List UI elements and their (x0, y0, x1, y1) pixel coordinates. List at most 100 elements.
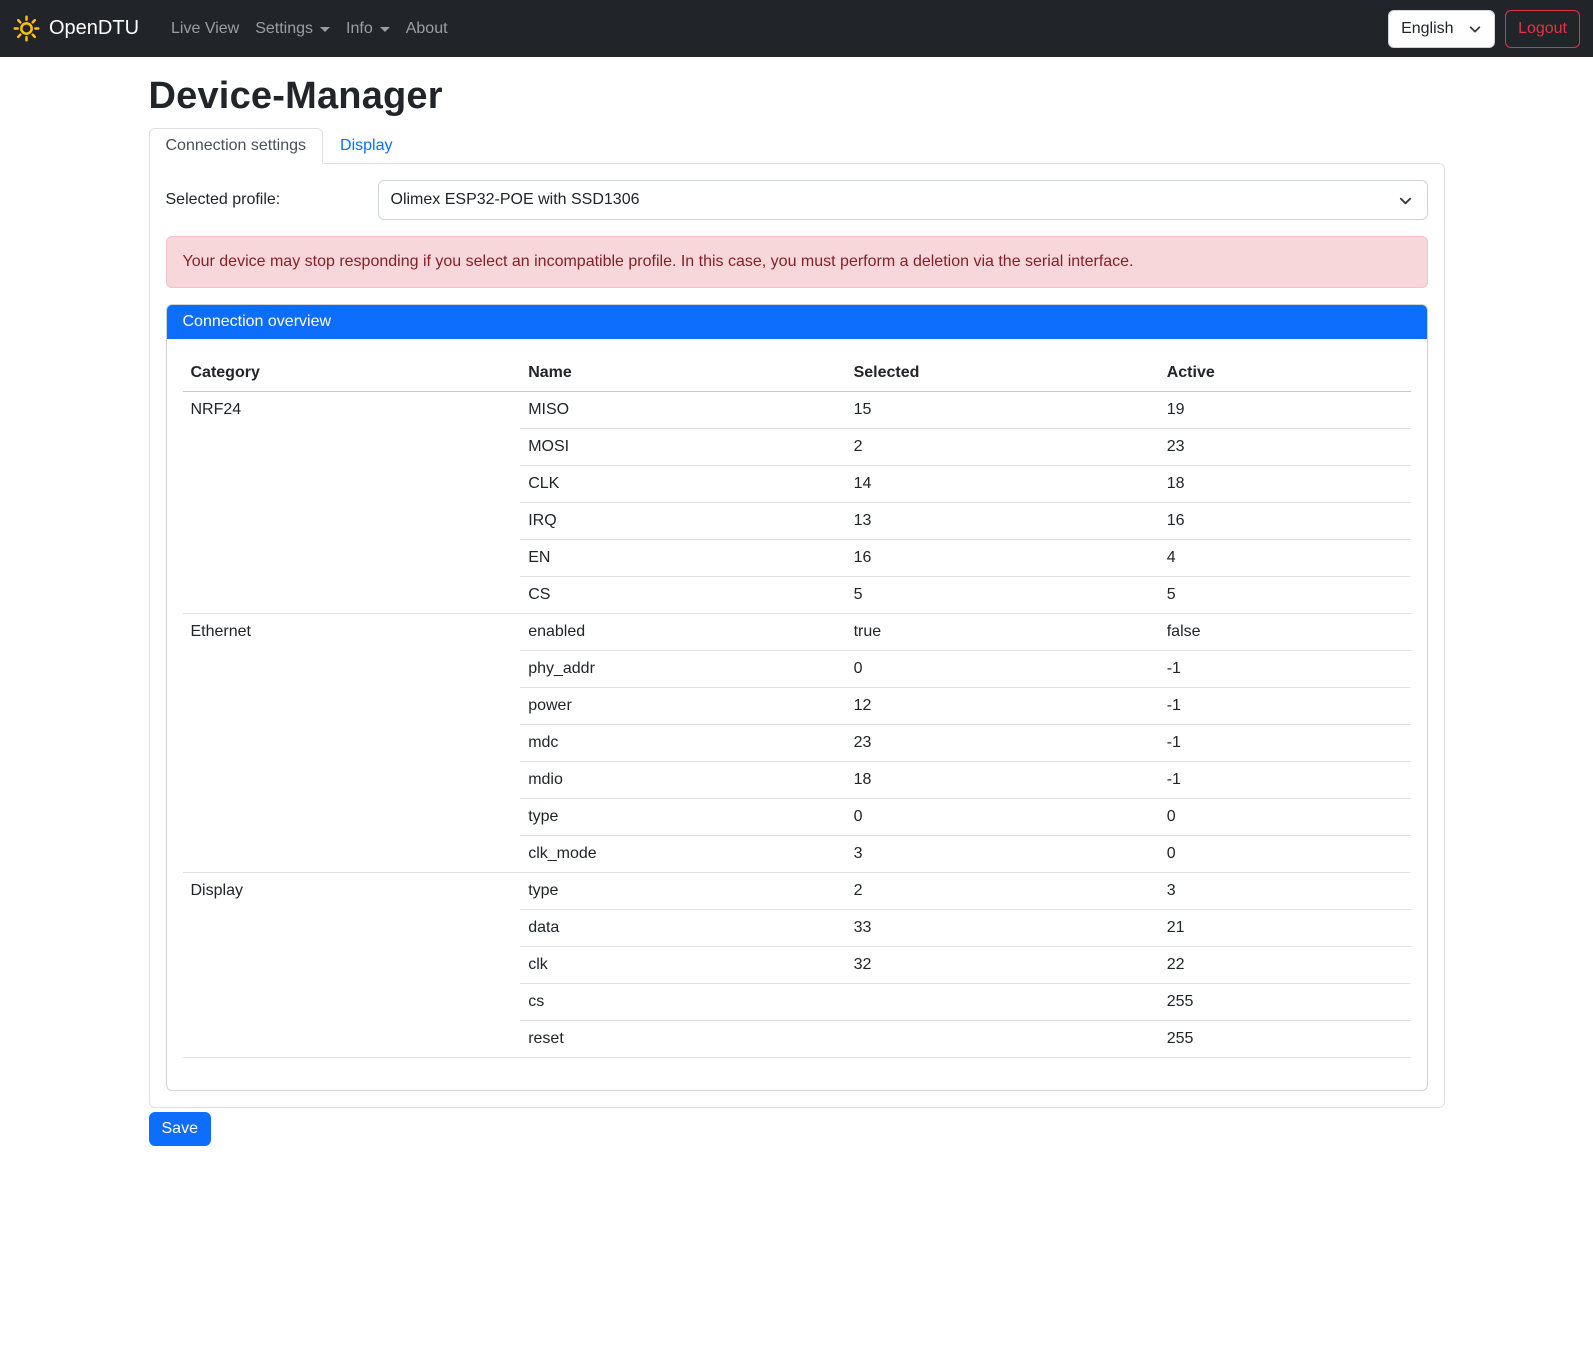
cell-selected: 15 (846, 392, 1159, 429)
language-select-value: English (1401, 20, 1453, 38)
cell-selected (846, 984, 1159, 1021)
cell-name: data (520, 910, 845, 947)
tab-connection-settings[interactable]: Connection settings (149, 128, 324, 164)
cell-selected: 2 (846, 873, 1159, 910)
brand-link[interactable]: OpenDTU (13, 15, 139, 42)
cell-active: 22 (1159, 947, 1411, 984)
cell-active: 5 (1159, 577, 1411, 614)
page-title: Device-Manager (149, 75, 1445, 118)
chevron-down-icon (1398, 193, 1413, 208)
cell-selected: 13 (846, 503, 1159, 540)
cell-name: power (520, 688, 845, 725)
cell-selected: 14 (846, 466, 1159, 503)
profile-row: Selected profile: Olimex ESP32-POE with … (166, 180, 1428, 220)
cell-selected: 2 (846, 429, 1159, 466)
column-header-category: Category (183, 355, 521, 392)
cell-name: phy_addr (520, 651, 845, 688)
cell-name: mdc (520, 725, 845, 762)
cell-selected: 5 (846, 577, 1159, 614)
cell-selected: 0 (846, 799, 1159, 836)
nav-item-label: Live View (171, 20, 239, 38)
navbar: OpenDTU Live View Settings Info About En… (0, 0, 1593, 57)
cell-name: MISO (520, 392, 845, 429)
cell-name: type (520, 873, 845, 910)
card-header: Connection overview (167, 305, 1427, 339)
table-header-row: Category Name Selected Active (183, 355, 1411, 392)
nav-item-label: About (406, 20, 448, 38)
caret-down-icon (320, 27, 330, 32)
cell-name: mdio (520, 762, 845, 799)
cell-active: 0 (1159, 799, 1411, 836)
cell-name: reset (520, 1021, 845, 1058)
nav-item-about[interactable]: About (398, 12, 456, 46)
table-row: Ethernetenabledtruefalse (183, 614, 1411, 651)
nav-item-label: Settings (255, 20, 313, 38)
table-row: NRF24MISO1519 (183, 392, 1411, 429)
cell-active: 23 (1159, 429, 1411, 466)
column-header-name: Name (520, 355, 845, 392)
cell-active: 19 (1159, 392, 1411, 429)
cell-active: 3 (1159, 873, 1411, 910)
nav-item-live-view[interactable]: Live View (163, 12, 247, 46)
connection-overview-card: Connection overview Category Name Select… (166, 304, 1428, 1091)
profile-select[interactable]: Olimex ESP32-POE with SSD1306 (378, 180, 1428, 220)
caret-down-icon (380, 27, 390, 32)
profile-label: Selected profile: (166, 191, 378, 209)
cell-active: 255 (1159, 984, 1411, 1021)
nav-item-label: Info (346, 20, 373, 38)
cell-active: 16 (1159, 503, 1411, 540)
nav-item-info[interactable]: Info (338, 12, 398, 46)
brand-label: OpenDTU (49, 17, 139, 40)
cell-name: cs (520, 984, 845, 1021)
cell-active: -1 (1159, 762, 1411, 799)
cell-name: EN (520, 540, 845, 577)
cell-selected: 18 (846, 762, 1159, 799)
cell-category: Display (183, 873, 521, 1058)
column-header-active: Active (1159, 355, 1411, 392)
cell-name: CLK (520, 466, 845, 503)
cell-name: MOSI (520, 429, 845, 466)
incompatible-profile-warning: Your device may stop responding if you s… (166, 236, 1428, 288)
cell-name: clk (520, 947, 845, 984)
cell-active: -1 (1159, 725, 1411, 762)
cell-name: CS (520, 577, 845, 614)
cell-name: enabled (520, 614, 845, 651)
nav-item-settings[interactable]: Settings (247, 12, 338, 46)
cell-selected: 3 (846, 836, 1159, 873)
cell-active: 0 (1159, 836, 1411, 873)
cell-selected: 32 (846, 947, 1159, 984)
tab-display[interactable]: Display (323, 128, 409, 164)
profile-select-value: Olimex ESP32-POE with SSD1306 (391, 191, 640, 209)
cell-selected (846, 1021, 1159, 1058)
column-header-selected: Selected (846, 355, 1159, 392)
tab-panel: Selected profile: Olimex ESP32-POE with … (149, 163, 1445, 1108)
logout-button[interactable]: Logout (1505, 10, 1580, 48)
nav-links: Live View Settings Info About (163, 12, 456, 46)
cell-name: IRQ (520, 503, 845, 540)
cell-active: -1 (1159, 688, 1411, 725)
cell-active: 21 (1159, 910, 1411, 947)
cell-selected: 33 (846, 910, 1159, 947)
navbar-right: English Logout (1388, 10, 1580, 48)
cell-name: type (520, 799, 845, 836)
connection-table: Category Name Selected Active NRF24MISO1… (183, 355, 1411, 1058)
sun-icon (13, 15, 40, 42)
cell-category: NRF24 (183, 392, 521, 614)
language-select[interactable]: English (1388, 10, 1495, 48)
cell-active: 4 (1159, 540, 1411, 577)
cell-active: -1 (1159, 651, 1411, 688)
cell-selected: 0 (846, 651, 1159, 688)
cell-name: clk_mode (520, 836, 845, 873)
table-row: Displaytype23 (183, 873, 1411, 910)
tab-bar: Connection settings Display (149, 128, 1445, 163)
chevron-down-icon (1468, 22, 1482, 36)
cell-selected: true (846, 614, 1159, 651)
main-content: Device-Manager Connection settings Displ… (137, 75, 1457, 1146)
cell-active: 255 (1159, 1021, 1411, 1058)
card-body: Category Name Selected Active NRF24MISO1… (167, 339, 1427, 1090)
cell-category: Ethernet (183, 614, 521, 873)
cell-selected: 12 (846, 688, 1159, 725)
cell-selected: 23 (846, 725, 1159, 762)
save-button[interactable]: Save (149, 1112, 211, 1146)
cell-selected: 16 (846, 540, 1159, 577)
